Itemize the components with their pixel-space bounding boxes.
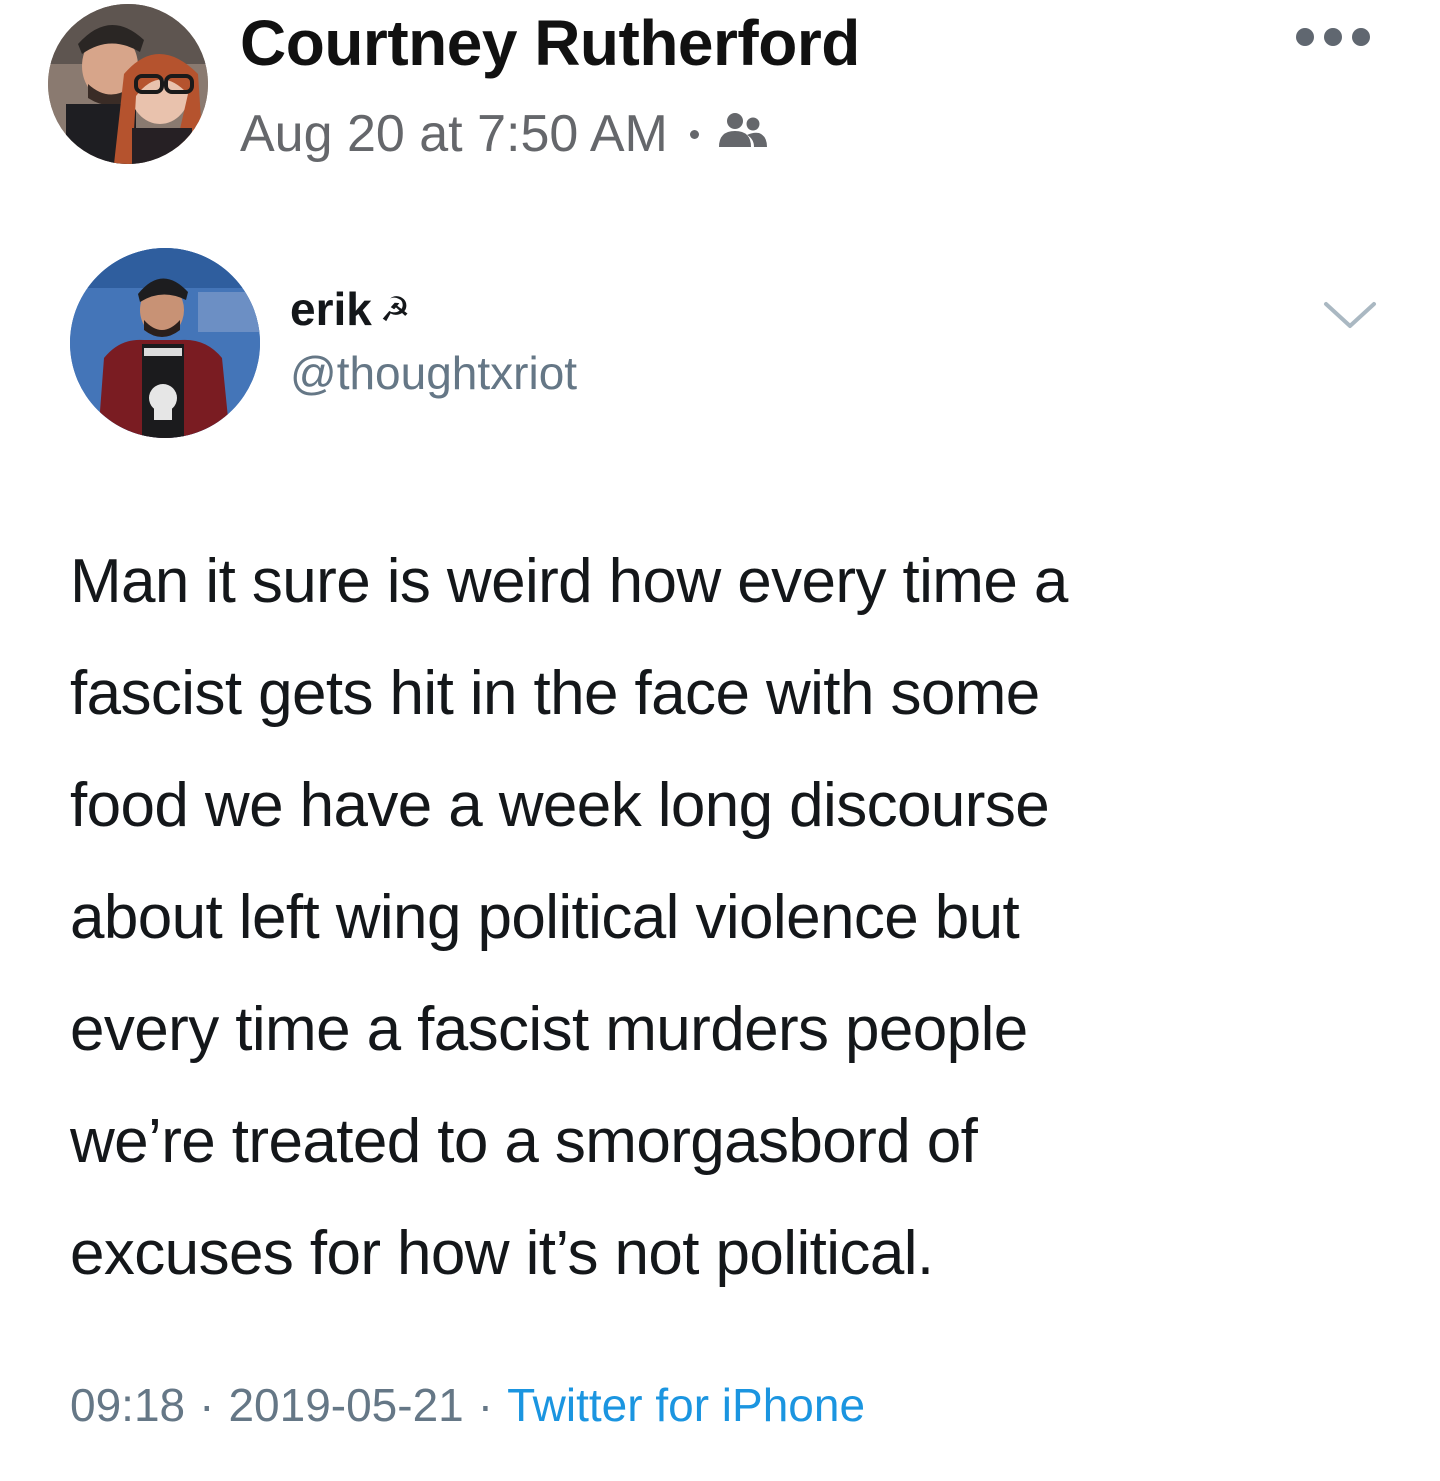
author-avatar-image <box>48 4 208 164</box>
post-meta: Aug 20 at 7:50 AM <box>240 104 767 164</box>
tweet-footer: 09:18 · 2019-05-21 · Twitter for iPhone <box>70 1370 865 1440</box>
chevron-down-icon[interactable] <box>1322 298 1378 332</box>
tweet-display-name[interactable]: erik ☭ <box>290 282 410 336</box>
tweet-text: Man it sure is weird how every time a fa… <box>70 526 1360 1310</box>
tweet-text-line: Man it sure is weird how every time a <box>70 547 1068 616</box>
tweet-handle[interactable]: @thoughtxriot <box>290 346 577 400</box>
tweet-text-line: fascist gets hit in the face with some <box>70 659 1040 728</box>
meta-separator-dot <box>689 129 699 139</box>
tweet-date[interactable]: 2019-05-21 <box>228 1378 463 1432</box>
tweet-avatar-image <box>70 248 260 438</box>
post-author-name[interactable]: Courtney Rutherford <box>240 6 860 80</box>
tweet-text-line: food we have a week long discourse <box>70 771 1050 840</box>
tweet-display-name-text: erik <box>290 283 372 335</box>
tweet-time[interactable]: 09:18 <box>70 1378 185 1432</box>
footer-separator: · <box>199 1379 215 1431</box>
footer-separator: · <box>477 1379 494 1431</box>
tweet-text-line: about left wing political violence but <box>70 883 1020 952</box>
tweet-text-line: every time a fascist murders people <box>70 995 1028 1064</box>
tweet-text-line: excuses for how it’s not political. <box>70 1219 934 1288</box>
tweet-text-line: we’re treated to a smorgasbord of <box>70 1107 978 1176</box>
tweet-source-link[interactable]: Twitter for iPhone <box>507 1378 865 1432</box>
author-avatar[interactable] <box>48 4 208 164</box>
more-horizontal-icon <box>1296 28 1314 46</box>
more-horizontal-icon <box>1324 28 1342 46</box>
hammer-sickle-emoji: ☭ <box>379 290 411 330</box>
post-header: Courtney Rutherford Aug 20 at 7:50 AM <box>0 0 1440 200</box>
more-options-button[interactable] <box>1296 22 1370 52</box>
tweet-author-avatar[interactable] <box>70 248 260 438</box>
post-timestamp[interactable]: Aug 20 at 7:50 AM <box>240 104 668 164</box>
friends-icon[interactable] <box>717 104 767 164</box>
more-horizontal-icon <box>1352 28 1370 46</box>
